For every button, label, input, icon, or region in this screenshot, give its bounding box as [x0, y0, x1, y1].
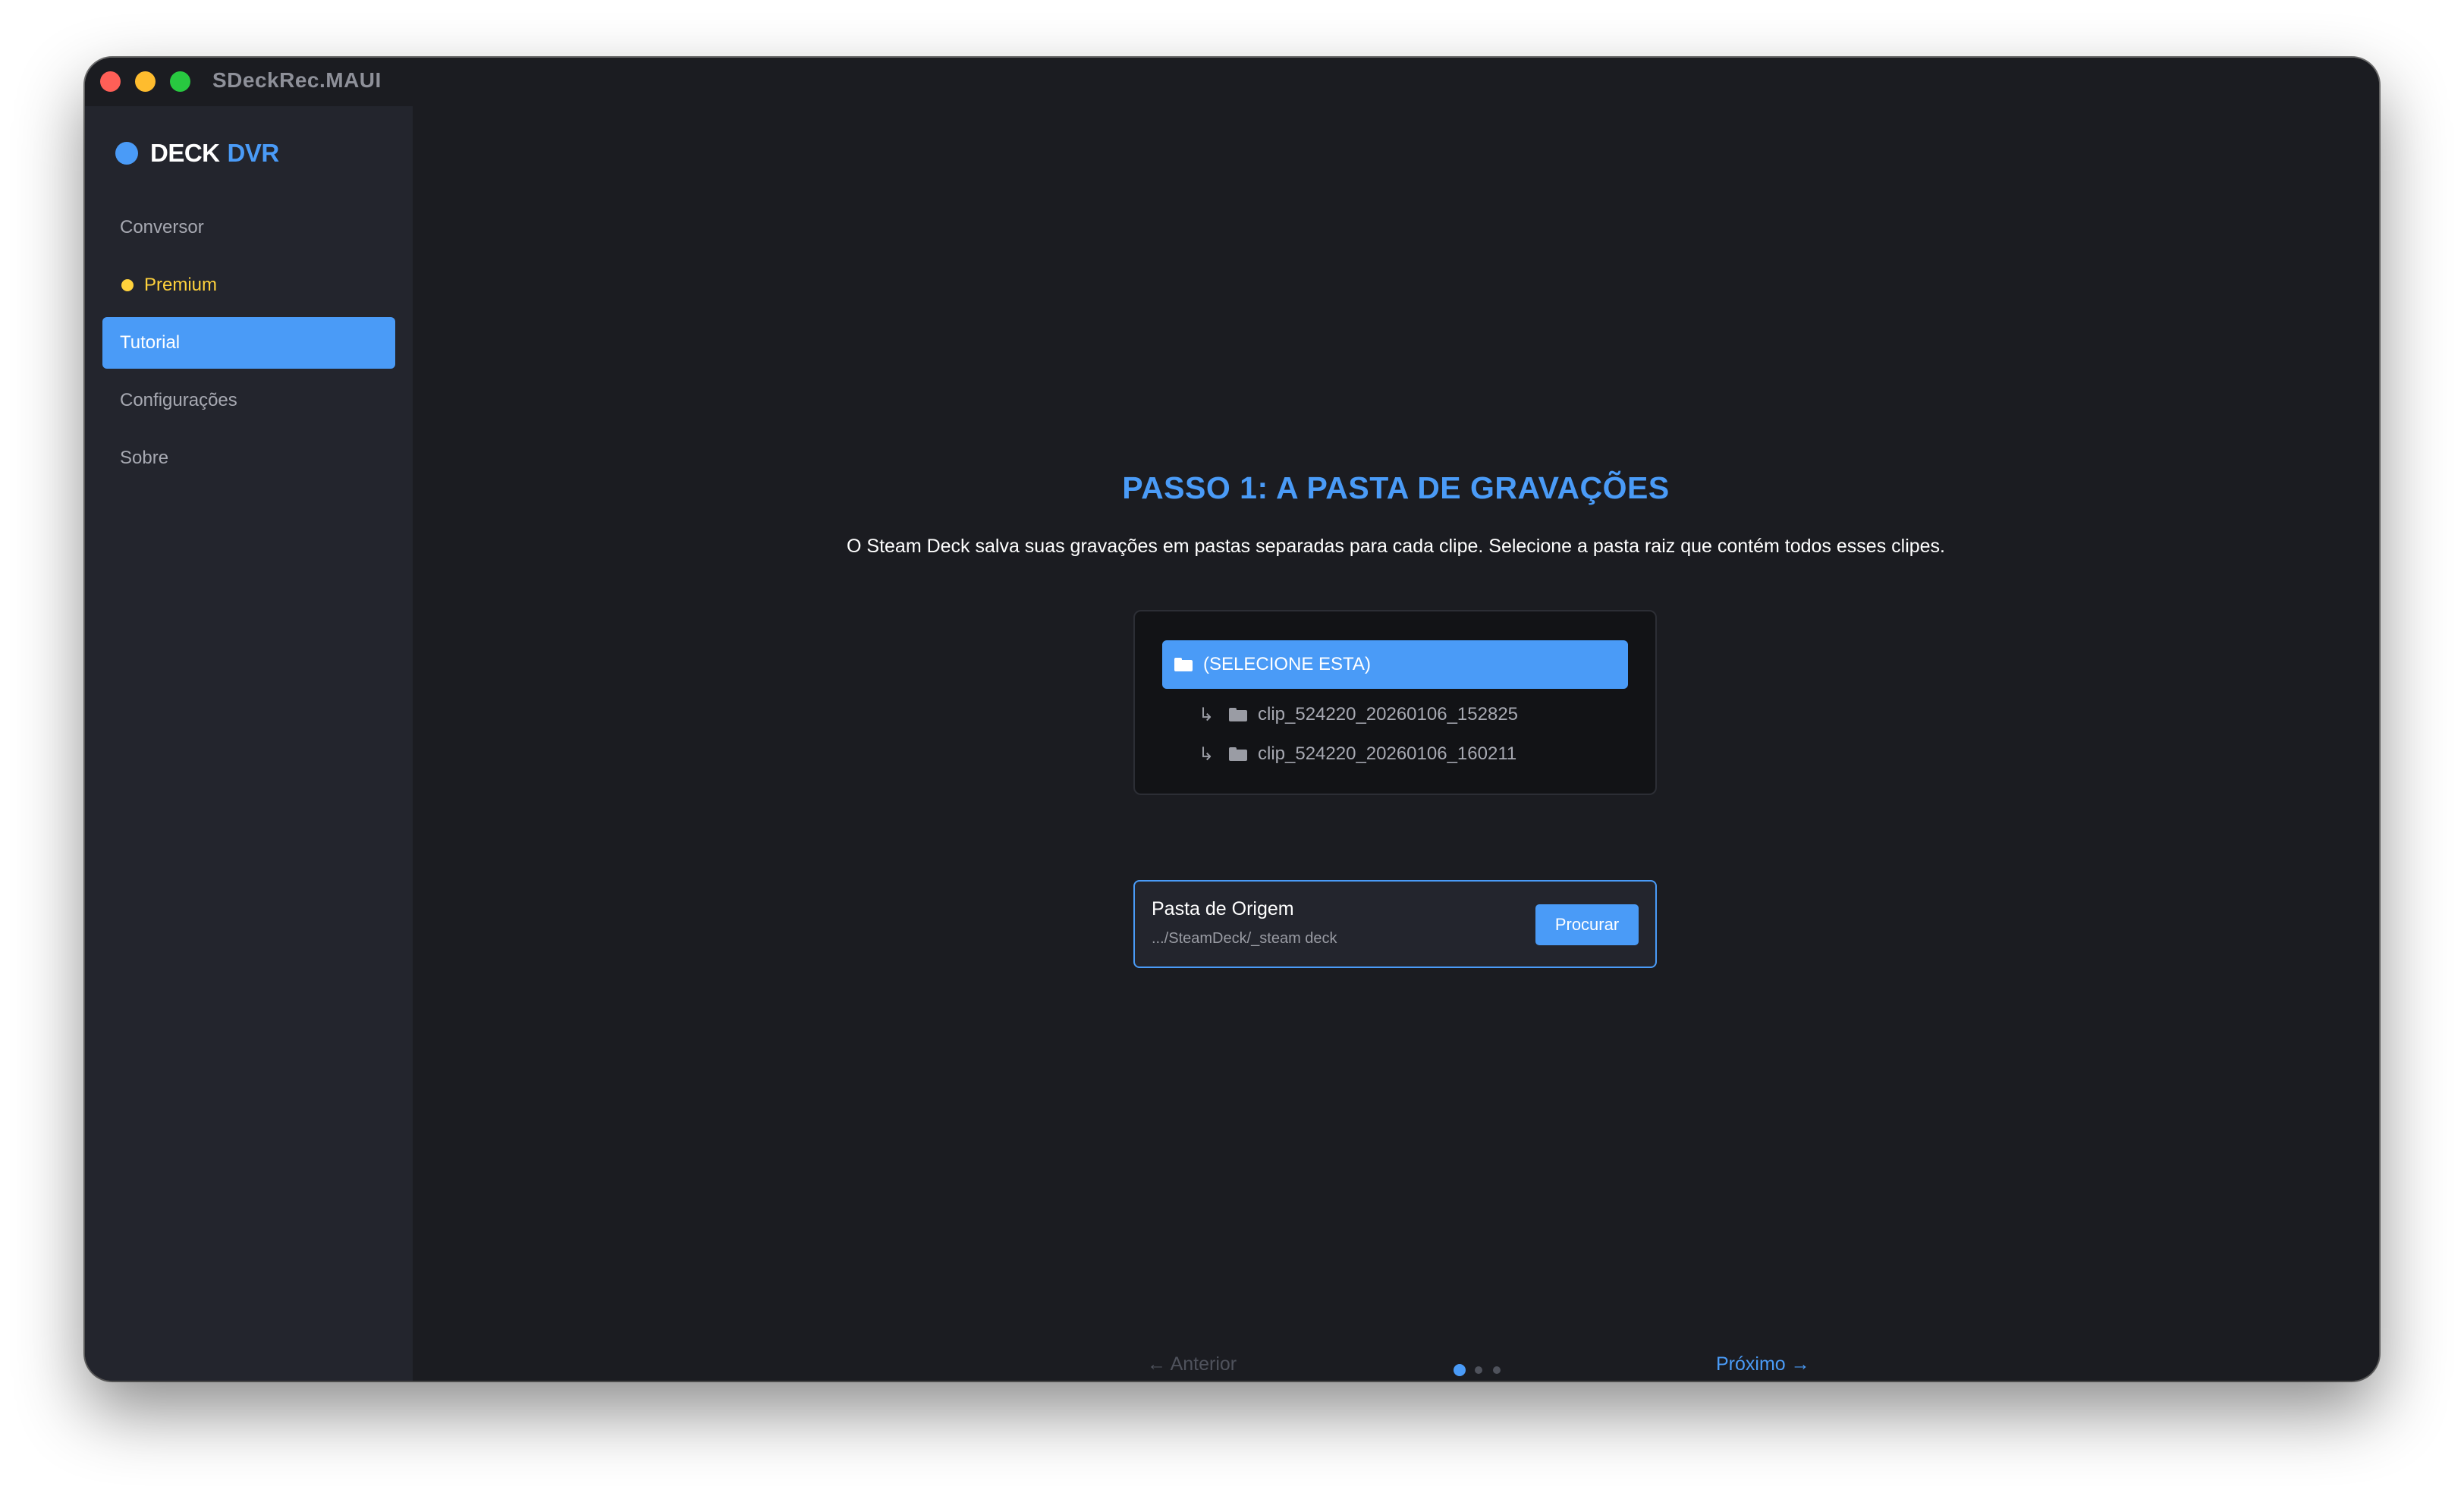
pager-dot[interactable] — [1475, 1366, 1482, 1374]
sidebar-item-tutorial[interactable]: Tutorial — [102, 317, 395, 369]
folder-tree-root: (SELECIONE ESTA) — [1162, 640, 1628, 689]
sidebar-item-label: Tutorial — [120, 332, 181, 353]
folder-tree-card: (SELECIONE ESTA) ↳ clip_524220_20260106_… — [1133, 610, 1657, 795]
source-folder-label: Pasta de Origem — [1152, 898, 1294, 919]
sidebar-item-label: Sobre — [120, 448, 169, 468]
folder-tree-child-label: clip_524220_20260106_160211 — [1258, 743, 1517, 764]
title-bar: SDeckRec.MAUI — [85, 58, 2379, 106]
close-window-button[interactable] — [100, 71, 121, 92]
window-title: SDeckRec.MAUI — [212, 68, 382, 92]
brand-dot-icon — [115, 142, 138, 165]
app-window: SDeckRec.MAUI DECK DVR Conversor Premium… — [85, 58, 2379, 1381]
source-folder-card: Pasta de Origem .../SteamDeck/_steam dec… — [1133, 880, 1657, 968]
sidebar-item-premium[interactable]: Premium — [102, 259, 395, 311]
next-step-button[interactable]: Próximo → — [1716, 1353, 1810, 1375]
brand-name-primary: DECK — [150, 139, 220, 167]
folder-tree-child: ↳ clip_524220_20260106_160211 — [1199, 739, 1516, 769]
source-folder-path: .../SteamDeck/_steam deck — [1152, 930, 1337, 947]
pager-dot[interactable] — [1493, 1366, 1501, 1374]
folder-tree-child-label: clip_524220_20260106_152825 — [1258, 704, 1519, 724]
sidebar-item-sobre[interactable]: Sobre — [102, 432, 395, 484]
premium-dot-icon — [121, 279, 134, 291]
pager-dot-active[interactable] — [1454, 1364, 1466, 1376]
browse-button[interactable]: Procurar — [1535, 904, 1639, 945]
main-content: PASSO 1: A PASTA DE GRAVAÇÕES O Steam De… — [413, 106, 2379, 1381]
sidebar-item-conversor[interactable]: Conversor — [102, 202, 395, 253]
sidebar-item-configuracoes[interactable]: Configurações — [102, 375, 395, 426]
folder-icon — [1174, 658, 1193, 671]
folder-icon — [1229, 708, 1247, 721]
brand-logo: DECK DVR — [115, 138, 279, 168]
sidebar-item-label: Conversor — [120, 217, 204, 237]
folder-tree-root-label: (SELECIONE ESTA) — [1203, 654, 1371, 674]
step-description: O Steam Deck salva suas gravações em pas… — [847, 536, 1945, 557]
folder-tree-child: ↳ clip_524220_20260106_152825 — [1199, 699, 1518, 730]
previous-step-button[interactable]: ← Anterior — [1147, 1353, 1237, 1375]
branch-arrow-icon: ↳ — [1199, 743, 1215, 765]
folder-icon — [1229, 747, 1247, 761]
sidebar: DECK DVR Conversor Premium Tutorial Conf… — [85, 106, 413, 1381]
minimize-window-button[interactable] — [135, 71, 156, 92]
maximize-window-button[interactable] — [170, 71, 190, 92]
sidebar-item-label: Premium — [144, 275, 218, 295]
step-pager — [1454, 1364, 1511, 1376]
sidebar-item-label: Configurações — [120, 390, 237, 410]
branch-arrow-icon: ↳ — [1199, 704, 1215, 725]
sidebar-nav: Conversor Premium Tutorial Configurações… — [102, 202, 395, 490]
brand-name-accent: DVR — [227, 139, 280, 167]
step-title: PASSO 1: A PASTA DE GRAVAÇÕES — [1122, 470, 1670, 505]
